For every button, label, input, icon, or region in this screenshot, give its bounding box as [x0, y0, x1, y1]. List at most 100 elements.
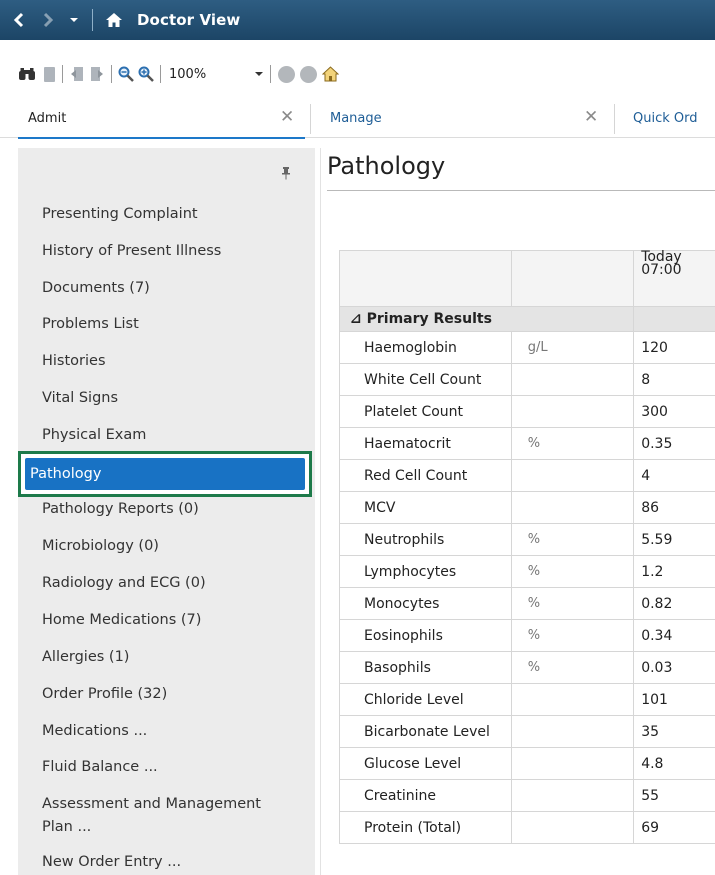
- home-icon: [106, 13, 122, 27]
- nav-item-microbiology[interactable]: Microbiology (0): [18, 535, 315, 558]
- separator: [92, 9, 93, 31]
- tab-manage[interactable]: Manage ✕: [318, 100, 610, 137]
- result-name: Haemoglobin: [339, 331, 512, 364]
- nav-item-presenting-complaint[interactable]: Presenting Complaint: [18, 203, 315, 226]
- result-name: Haematocrit: [339, 427, 512, 460]
- navigation-panel: Presenting Complaint History of Present …: [18, 148, 315, 875]
- result-name: Protein (Total): [339, 811, 512, 844]
- pin-icon[interactable]: [281, 166, 291, 184]
- nav-item-allergies[interactable]: Allergies (1): [18, 646, 315, 669]
- nav-item-order-profile[interactable]: Order Profile (32): [18, 683, 315, 706]
- history-dropdown-button[interactable]: [62, 0, 86, 40]
- divider: [614, 104, 615, 134]
- section-value-cell: [633, 306, 715, 332]
- tab-strip: Admit ✕ Manage ✕ Quick Ord: [0, 100, 715, 139]
- results-table-body: Today 07:00 ⊿ Primary Results Haemoglobi…: [338, 250, 715, 844]
- house-icon: [321, 66, 339, 82]
- nav-item-radiology-and-ecg[interactable]: Radiology and ECG (0): [18, 572, 315, 595]
- nav-item-home-medications[interactable]: Home Medications (7): [18, 609, 315, 632]
- window-title: Doctor View: [137, 11, 241, 29]
- nav-item-new-order-entry[interactable]: New Order Entry ...: [18, 851, 315, 874]
- page-forward-icon: [91, 67, 103, 81]
- table-row[interactable]: White Cell Count 8: [339, 363, 715, 396]
- nav-item-vital-signs[interactable]: Vital Signs: [18, 387, 315, 410]
- zoom-level[interactable]: 100%: [169, 67, 206, 82]
- chevron-left-icon: [13, 12, 24, 28]
- circle-icon: [299, 65, 317, 83]
- tab-quick-orders[interactable]: Quick Ord: [625, 100, 715, 137]
- table-row[interactable]: Red Cell Count 4: [339, 459, 715, 492]
- result-unit: [510, 491, 635, 524]
- table-row[interactable]: Neutrophils% 5.59: [339, 523, 715, 556]
- table-row[interactable]: Glucose Level 4.8: [339, 747, 715, 780]
- date-column-header[interactable]: Today 07:00: [633, 250, 715, 307]
- table-row[interactable]: Platelet Count 300: [339, 395, 715, 428]
- nav-item-pathology[interactable]: Pathology: [18, 451, 312, 497]
- home-button[interactable]: [99, 0, 129, 40]
- divider: [310, 104, 311, 134]
- nav-item-histories[interactable]: Histories: [18, 350, 315, 373]
- result-unit: %: [510, 555, 635, 588]
- table-row[interactable]: Haematocrit% 0.35: [339, 427, 715, 460]
- divider: [320, 148, 321, 875]
- nav-item-assessment-and-management-plan[interactable]: Assessment and Management Plan ...: [18, 793, 315, 839]
- circle-icon: [277, 65, 295, 83]
- result-value: 0.03: [633, 651, 715, 684]
- page-button[interactable]: [40, 63, 58, 85]
- result-unit: %: [510, 619, 635, 652]
- table-header-row: Today 07:00: [339, 250, 715, 307]
- nav-item-physical-exam[interactable]: Physical Exam: [18, 424, 315, 447]
- close-icon[interactable]: ✕: [280, 108, 294, 126]
- result-name: Bicarbonate Level: [339, 715, 512, 748]
- table-row[interactable]: Chloride Level 101: [339, 683, 715, 716]
- tab-admit[interactable]: Admit ✕: [18, 100, 305, 139]
- next-page-button[interactable]: [87, 63, 107, 85]
- table-row[interactable]: Eosinophils% 0.34: [339, 619, 715, 652]
- nav-item-fluid-balance[interactable]: Fluid Balance ...: [18, 756, 315, 779]
- column-time: 07:00: [641, 262, 682, 278]
- find-button[interactable]: [14, 63, 40, 85]
- tab-label: Manage: [330, 111, 382, 126]
- forward-button[interactable]: [34, 0, 62, 40]
- zoom-dropdown-button[interactable]: [252, 63, 266, 85]
- section-label: Primary Results: [366, 311, 492, 327]
- table-row[interactable]: MCV 86: [339, 491, 715, 524]
- separator: [160, 65, 161, 83]
- tab-label: Admit: [28, 111, 67, 126]
- nav-item-pathology-reports[interactable]: Pathology Reports (0): [18, 498, 315, 521]
- record-button[interactable]: [275, 63, 297, 85]
- table-row[interactable]: Monocytes% 0.82: [339, 587, 715, 620]
- table-row[interactable]: Bicarbonate Level 35: [339, 715, 715, 748]
- toolbar: 100%: [0, 58, 715, 90]
- status-button[interactable]: [297, 63, 319, 85]
- nav-item-documents[interactable]: Documents (7): [18, 277, 315, 300]
- result-name: Basophils: [339, 651, 512, 684]
- result-value: 69: [633, 811, 715, 844]
- table-row[interactable]: Lymphocytes% 1.2: [339, 555, 715, 588]
- result-unit: [510, 459, 635, 492]
- table-row[interactable]: Protein (Total) 69: [339, 811, 715, 844]
- table-row[interactable]: Haemoglobin g/L 120: [339, 331, 715, 364]
- table-row[interactable]: Creatinine 55: [339, 779, 715, 812]
- separator: [270, 65, 272, 83]
- result-value: 0.82: [633, 587, 715, 620]
- page-back-icon: [71, 67, 83, 81]
- section-row[interactable]: ⊿ Primary Results: [338, 306, 715, 332]
- page-title: Pathology: [327, 152, 446, 180]
- section-header[interactable]: ⊿ Primary Results: [338, 306, 635, 332]
- table-row[interactable]: Basophils% 0.03: [339, 651, 715, 684]
- result-unit: %: [510, 523, 635, 556]
- result-name: Red Cell Count: [339, 459, 512, 492]
- back-button[interactable]: [4, 0, 34, 40]
- nav-item-history-of-present-illness[interactable]: History of Present Illness: [18, 240, 315, 263]
- home-page-button[interactable]: [319, 63, 341, 85]
- previous-page-button[interactable]: [67, 63, 87, 85]
- zoom-in-button[interactable]: [136, 63, 156, 85]
- close-icon[interactable]: ✕: [584, 108, 598, 126]
- result-value: 55: [633, 779, 715, 812]
- zoom-out-button[interactable]: [116, 63, 136, 85]
- nav-item-medications[interactable]: Medications ...: [18, 720, 315, 743]
- result-name: Glucose Level: [339, 747, 512, 780]
- nav-item-problems-list[interactable]: Problems List: [18, 313, 315, 336]
- caret-down-icon: [70, 18, 78, 22]
